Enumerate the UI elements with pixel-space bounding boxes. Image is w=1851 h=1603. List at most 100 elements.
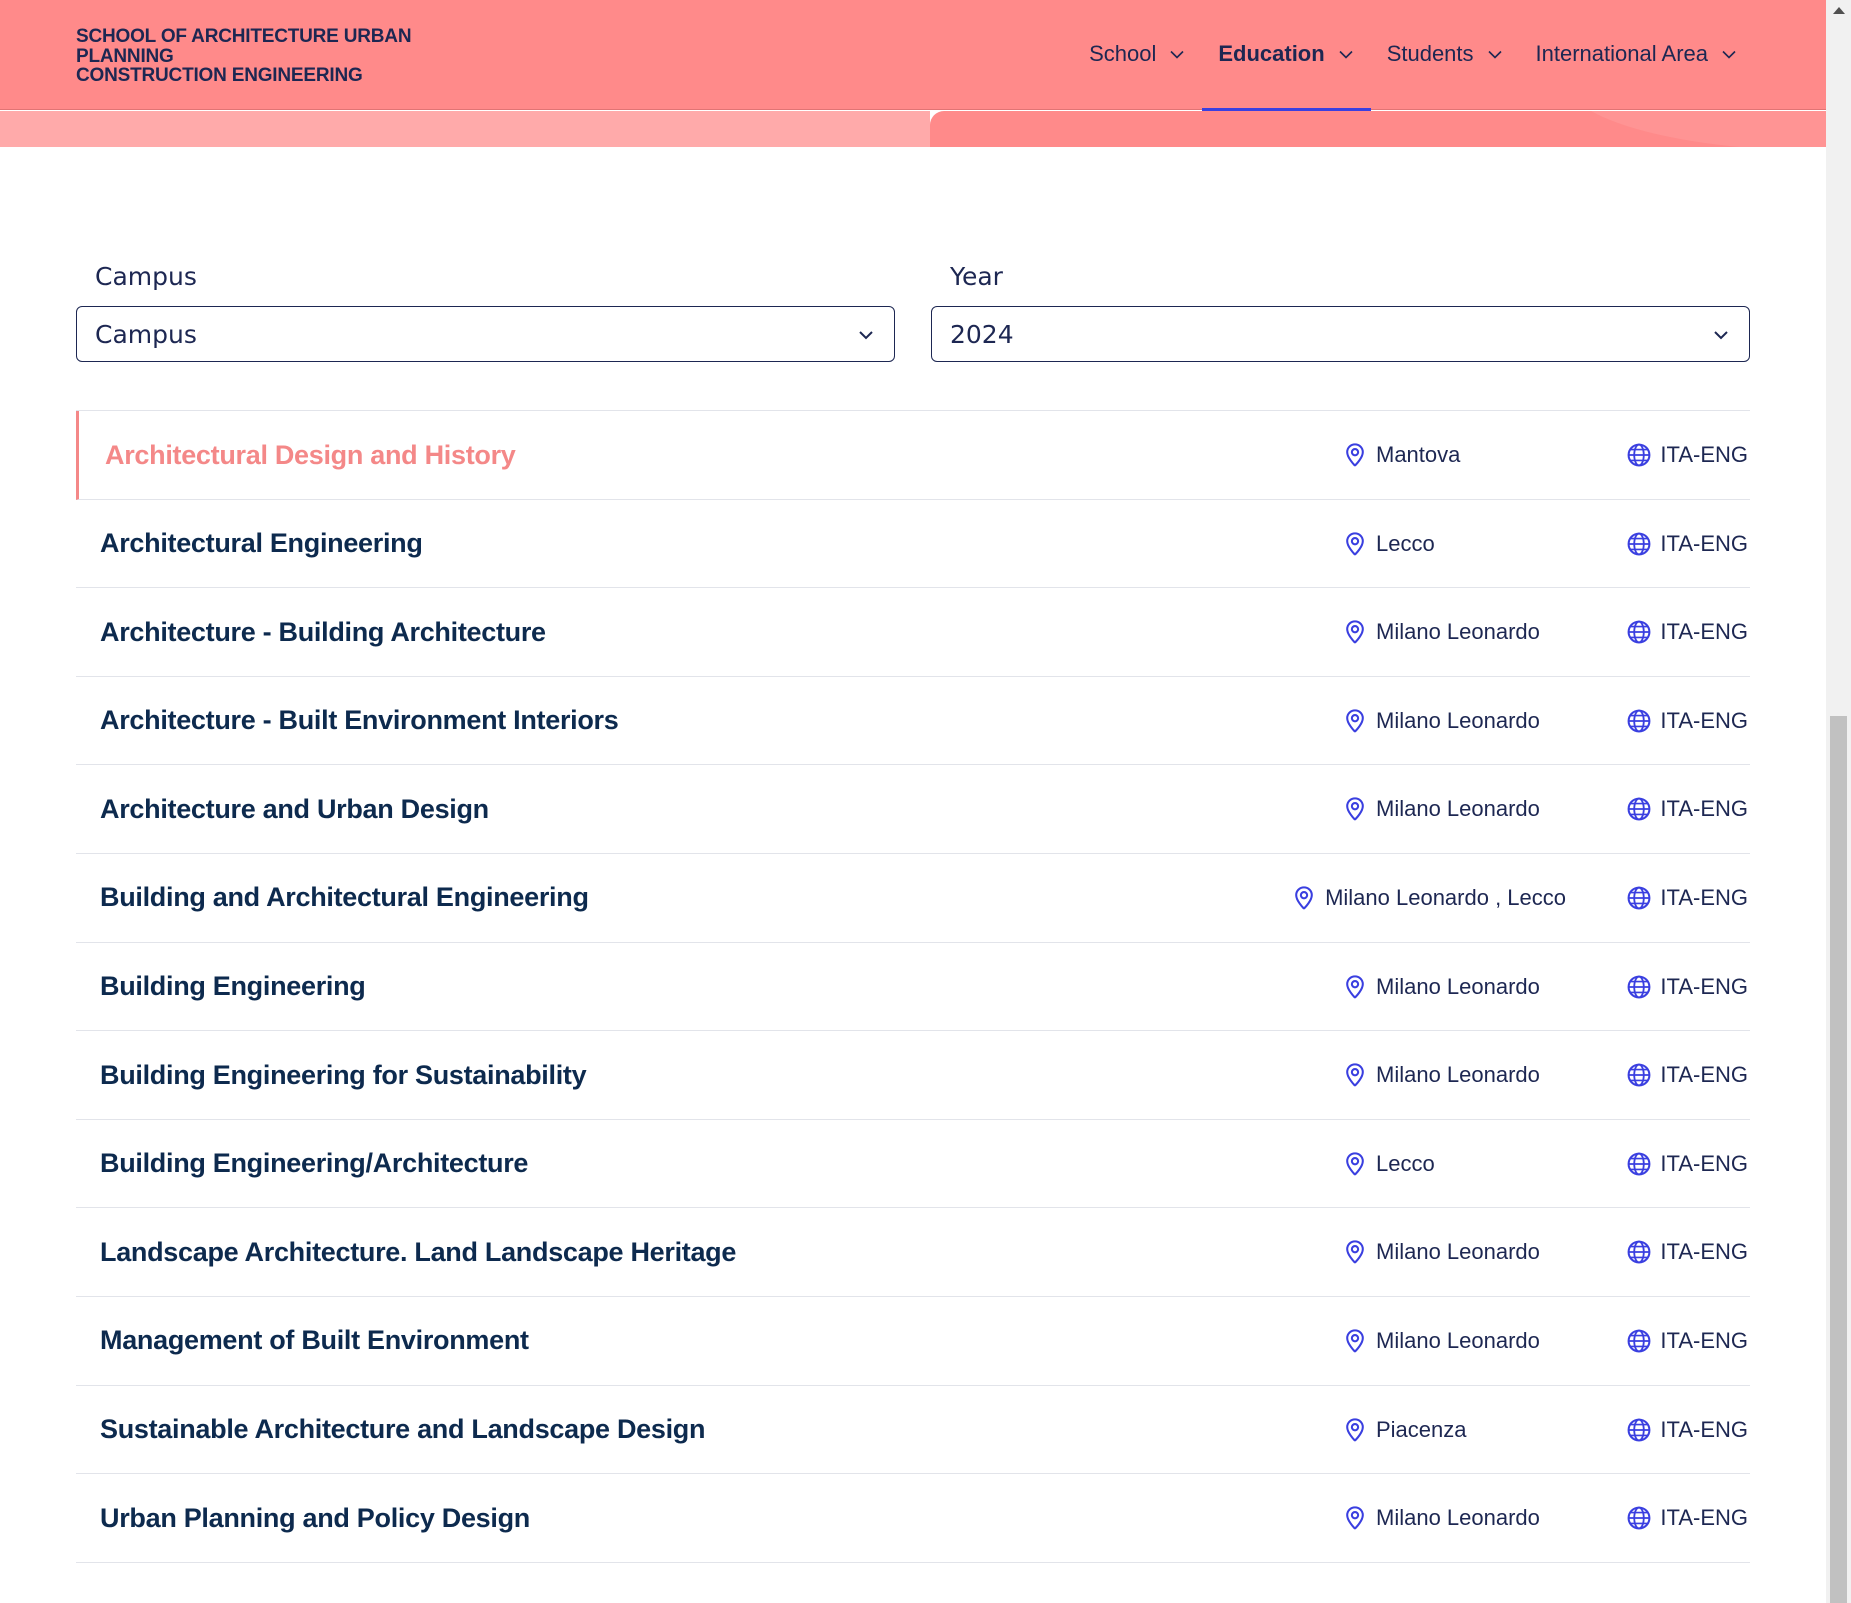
campus-select-value: Campus: [95, 319, 197, 349]
course-campus-label: Milano Leonardo: [1376, 796, 1540, 822]
globe-icon: [1626, 796, 1652, 822]
course-language: ITA-ENG: [1626, 943, 1748, 1031]
course-language-label: ITA-ENG: [1660, 1150, 1748, 1176]
course-campus-group: Milano Leonardo: [1342, 1062, 1566, 1088]
course-language-label: ITA-ENG: [1660, 1416, 1748, 1442]
course-campus-label: Milano Leonardo: [1376, 1327, 1540, 1353]
course-language-label: ITA-ENG: [1660, 1062, 1748, 1088]
band-left: [0, 111, 930, 147]
course-campus-label: Lecco: [1376, 530, 1435, 556]
location-pin-icon: [1342, 442, 1368, 468]
course-campus-label: Milano Leonardo , Lecco: [1325, 884, 1566, 910]
course-row[interactable]: Management of Built Environment Milano Le…: [76, 1297, 1750, 1386]
course-row[interactable]: Building Engineering for Sustainability M…: [76, 1031, 1750, 1120]
scrollbar-thumb[interactable]: [1830, 716, 1847, 1603]
course-row[interactable]: Urban Planning and Policy Design Milano L…: [76, 1474, 1750, 1563]
nav-item-label: International Area: [1535, 41, 1708, 66]
course-title-link[interactable]: Building Engineering: [100, 943, 366, 1031]
course-campus-group: Milano Leonardo: [1342, 1239, 1566, 1265]
course-campus: Milano Leonardo: [1342, 1297, 1566, 1385]
course-language-label: ITA-ENG: [1660, 973, 1748, 999]
course-row[interactable]: Landscape Architecture. Land Landscape H…: [76, 1208, 1750, 1297]
chevron-down-icon: [1168, 45, 1186, 63]
course-campus-group: Milano Leonardo: [1342, 1505, 1566, 1531]
course-title-link[interactable]: Architectural Engineering: [100, 500, 423, 588]
course-language-label: ITA-ENG: [1660, 619, 1748, 645]
course-campus-group: Lecco: [1342, 1151, 1566, 1177]
course-language: ITA-ENG: [1626, 854, 1748, 942]
course-language-label: ITA-ENG: [1660, 1239, 1748, 1265]
course-row[interactable]: Architectural Design and History Mantova I…: [76, 411, 1750, 500]
vertical-scrollbar[interactable]: [1826, 0, 1851, 1603]
course-row[interactable]: Architecture - Built Environment Interio…: [76, 677, 1750, 766]
logo-line-2: PLANNING: [76, 45, 174, 67]
course-campus-group: Milano Leonardo: [1342, 796, 1566, 822]
campus-select[interactable]: Campus: [76, 306, 895, 362]
course-campus: Milano Leonardo: [1342, 588, 1566, 676]
course-row[interactable]: Building and Architectural Engineering Mi…: [76, 854, 1750, 943]
course-title-link[interactable]: Architecture - Built Environment Interio…: [100, 677, 619, 765]
course-title-link[interactable]: Building and Architectural Engineering: [100, 854, 589, 942]
year-select-value: 2024: [950, 319, 1014, 349]
course-language: ITA-ENG: [1626, 411, 1748, 499]
nav-item-international-area[interactable]: International Area: [1520, 0, 1754, 110]
course-campus-group: Piacenza: [1342, 1417, 1566, 1443]
course-title-link[interactable]: Sustainable Architecture and Landscape D…: [100, 1386, 705, 1474]
course-campus: Mantova: [1342, 411, 1566, 499]
location-pin-icon: [1342, 1062, 1368, 1088]
course-language: ITA-ENG: [1626, 1208, 1748, 1296]
globe-icon: [1626, 1151, 1652, 1177]
nav-item-label: School: [1089, 41, 1157, 66]
location-pin-icon: [1342, 1417, 1368, 1443]
nav-item-label: Students: [1386, 41, 1474, 66]
course-language: ITA-ENG: [1626, 677, 1748, 765]
globe-icon: [1626, 1328, 1652, 1354]
course-language-label: ITA-ENG: [1660, 884, 1748, 910]
course-language: ITA-ENG: [1626, 500, 1748, 588]
course-title-link[interactable]: Architecture - Building Architecture: [100, 588, 546, 676]
course-title-link[interactable]: Architectural Design and History: [105, 411, 516, 499]
course-title-link[interactable]: Management of Built Environment: [100, 1297, 529, 1385]
nav-item-education[interactable]: Education: [1202, 0, 1372, 111]
course-row[interactable]: Architecture - Building Architecture Mila…: [76, 588, 1750, 677]
course-language: ITA-ENG: [1626, 1031, 1748, 1119]
course-row[interactable]: Architecture and Urban Design Milano Leon…: [76, 765, 1750, 854]
course-row[interactable]: Architectural Engineering Lecco ITA-ENG: [76, 500, 1750, 589]
nav-item-students[interactable]: Students: [1371, 0, 1520, 110]
logo-line-3: CONSTRUCTION ENGINEERING: [76, 65, 363, 86]
course-campus-label: Milano Leonardo: [1376, 1062, 1540, 1088]
location-pin-icon: [1342, 1328, 1368, 1354]
course-title-link[interactable]: Building Engineering for Sustainability: [100, 1031, 587, 1119]
course-campus-label: Mantova: [1376, 442, 1461, 467]
course-list: Architectural Design and History Mantova I…: [76, 410, 1750, 1563]
course-title-link[interactable]: Landscape Architecture. Land Landscape H…: [100, 1208, 736, 1296]
course-row[interactable]: Sustainable Architecture and Landscape D…: [76, 1386, 1750, 1475]
course-language-label: ITA-ENG: [1660, 442, 1748, 467]
logo-line-1: SCHOOL OF ARCHITECTURE URBAN: [76, 26, 412, 47]
course-row[interactable]: Building Engineering Milano Leonardo ITA-E…: [76, 943, 1750, 1032]
course-campus: Milano Leonardo: [1342, 677, 1566, 765]
course-title-link[interactable]: Urban Planning and Policy Design: [100, 1474, 530, 1562]
course-campus-label: Milano Leonardo: [1376, 1239, 1540, 1265]
course-campus: Lecco: [1342, 1120, 1566, 1208]
course-campus: Milano Leonardo: [1342, 1208, 1566, 1296]
scroll-up-arrow-icon[interactable]: [1826, 0, 1851, 20]
globe-icon: [1626, 974, 1652, 1000]
course-campus-label: Piacenza: [1376, 1416, 1467, 1442]
year-select[interactable]: 2024: [931, 306, 1750, 362]
school-logo[interactable]: SCHOOL OF ARCHITECTURE URBAN PLANNING CO…: [76, 27, 456, 86]
nav-item-school[interactable]: School: [1073, 0, 1202, 110]
course-row[interactable]: Building Engineering/Architecture Lecco IT…: [76, 1120, 1750, 1209]
course-language: ITA-ENG: [1626, 1474, 1748, 1562]
globe-icon: [1626, 708, 1652, 734]
location-pin-icon: [1342, 974, 1368, 1000]
course-language-label: ITA-ENG: [1660, 707, 1748, 733]
course-campus-label: Milano Leonardo: [1376, 707, 1540, 733]
location-pin-icon: [1342, 796, 1368, 822]
course-campus-label: Milano Leonardo: [1376, 619, 1540, 645]
location-pin-icon: [1342, 619, 1368, 645]
course-campus-label: Lecco: [1376, 1150, 1435, 1176]
course-language: ITA-ENG: [1626, 588, 1748, 676]
course-title-link[interactable]: Architecture and Urban Design: [100, 765, 489, 853]
course-title-link[interactable]: Building Engineering/Architecture: [100, 1120, 528, 1208]
